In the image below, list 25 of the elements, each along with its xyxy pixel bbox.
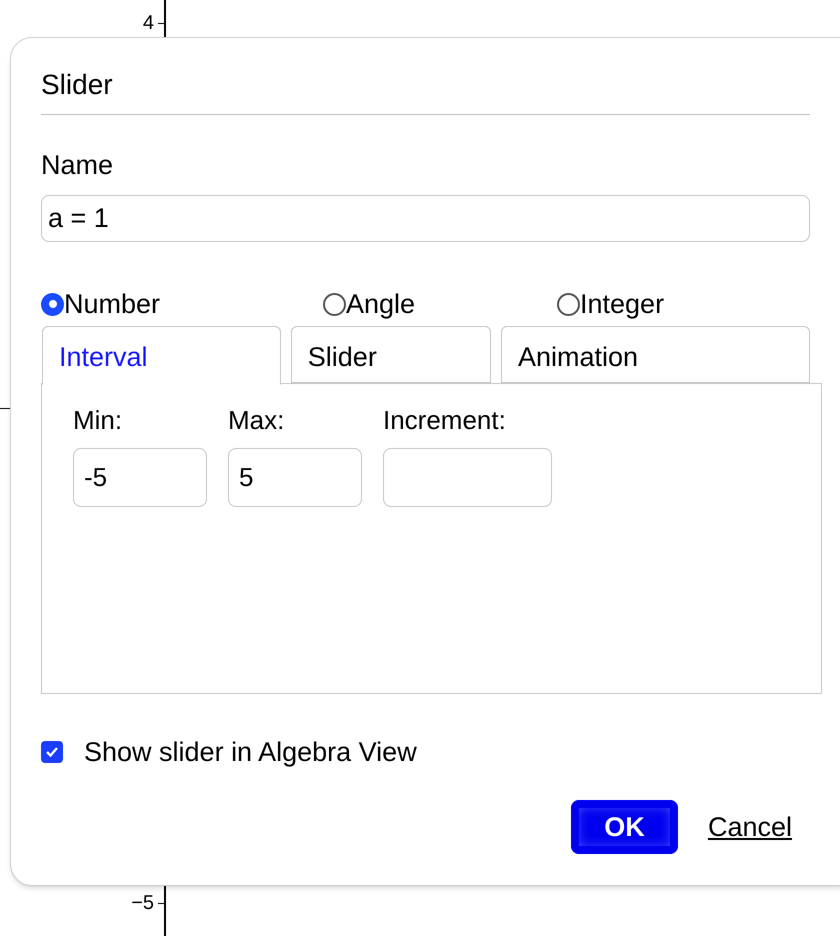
cancel-link[interactable]: Cancel <box>708 806 792 848</box>
tab[interactable]: Slider <box>290 326 491 383</box>
field-label: Increment: <box>383 404 507 436</box>
name-field[interactable]: a = 1 <box>41 195 810 242</box>
radio-label: Integer <box>580 288 664 321</box>
tab[interactable]: Interval <box>42 326 281 385</box>
checkbox-label: Show slider in Algebra View <box>84 736 417 769</box>
axis-tick-label: −5 <box>130 891 154 916</box>
checkmark-icon <box>45 746 59 758</box>
radio-label: Number <box>64 288 160 321</box>
dialog-title: Slider <box>41 68 114 102</box>
name-label: Name <box>41 149 114 181</box>
field-label: Max: <box>228 404 286 436</box>
radio-button[interactable] <box>41 292 64 316</box>
radio-label: Angle <box>346 288 416 321</box>
radio-button[interactable] <box>557 292 580 316</box>
ok-button[interactable]: OK <box>570 800 678 854</box>
number-field[interactable]: -5 <box>73 448 207 507</box>
number-field[interactable] <box>383 448 552 507</box>
field-label: Min: <box>73 404 124 436</box>
axis-tick-label: 4 <box>142 11 154 36</box>
tab[interactable]: Animation <box>500 326 810 383</box>
number-field[interactable]: 5 <box>228 448 362 507</box>
radio-button[interactable] <box>323 292 346 316</box>
checkbox[interactable] <box>41 741 63 763</box>
